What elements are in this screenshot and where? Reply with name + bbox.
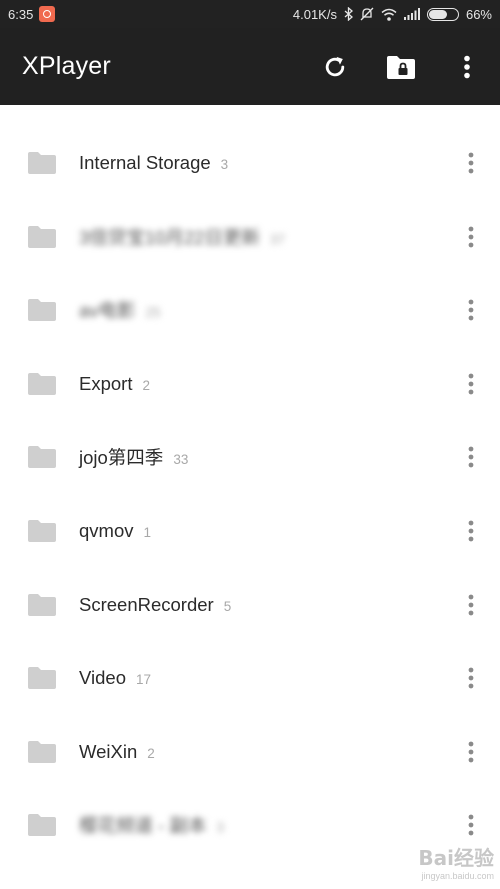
more-vert-icon	[468, 226, 474, 247]
folder-name: Video 17	[79, 667, 152, 689]
folder-more-button[interactable]	[456, 658, 486, 698]
folder-count: 2	[147, 745, 155, 761]
folder-row[interactable]: Internal Storage 3	[0, 127, 500, 200]
folder-count: 37	[269, 231, 285, 247]
folder-more-button[interactable]	[456, 290, 486, 330]
more-vert-icon	[468, 814, 474, 836]
refresh-button[interactable]	[302, 34, 368, 100]
folder-name: ScreenRecorder 5	[79, 593, 232, 615]
folder-icon	[28, 299, 56, 322]
overflow-menu-icon	[464, 55, 470, 78]
status-right: 4.01K/s 66%	[293, 7, 492, 22]
battery-percent: 66%	[465, 6, 492, 22]
folder-row[interactable]: 3倍贷宝10月22日更新 37	[0, 200, 500, 273]
folder-icon	[28, 740, 56, 763]
folder-name: WeiXin 2	[79, 740, 155, 762]
folder-count: 33	[173, 452, 189, 468]
signal-icon	[403, 8, 420, 20]
folder-row[interactable]: WeiXin 2	[0, 715, 500, 788]
folder-list: Internal Storage 3 3倍贷宝10月22日更新 37 av电影 25	[0, 105, 500, 889]
baidu-watermark: Bai经验 jingyan.baidu.com	[418, 842, 494, 881]
app-bar: XPlayer	[0, 28, 500, 105]
more-vert-icon	[468, 373, 474, 395]
folder-icon	[28, 593, 56, 616]
private-folder-button[interactable]	[368, 34, 434, 100]
folder-more-button[interactable]	[456, 805, 486, 845]
app-title: XPlayer	[22, 52, 111, 80]
app-bar-actions	[302, 28, 500, 105]
more-vert-icon	[468, 299, 474, 321]
folder-count: 17	[135, 672, 152, 688]
app-notification-icon	[39, 6, 56, 22]
folder-icon	[28, 667, 56, 690]
folder-more-button[interactable]	[456, 732, 486, 772]
folder-row[interactable]: ScreenRecorder 5	[0, 568, 500, 641]
more-vert-icon	[468, 667, 474, 689]
folder-name: jojo第四季 33	[79, 447, 189, 469]
folder-name: av电影 25	[79, 300, 161, 322]
folder-row[interactable]: av电影 25	[0, 274, 500, 347]
folder-count: 1	[143, 525, 152, 540]
private-folder-icon	[387, 55, 415, 79]
folder-count: 25	[145, 305, 161, 321]
folder-icon	[28, 814, 56, 837]
folder-count: 3	[216, 820, 224, 836]
status-bar: 6:35 4.01K/s 66%	[0, 0, 500, 28]
status-time: 6:35	[8, 6, 34, 22]
folder-row[interactable]: Video 17	[0, 642, 500, 715]
wifi-icon	[381, 8, 397, 21]
more-vert-icon	[468, 594, 474, 615]
bluetooth-icon	[344, 7, 353, 21]
folder-icon	[28, 446, 56, 469]
folder-icon	[28, 520, 56, 542]
folder-count: 3	[220, 157, 229, 172]
folder-more-button[interactable]	[456, 364, 486, 404]
folder-name: qvmov 1	[79, 520, 152, 541]
folder-more-button[interactable]	[456, 585, 486, 625]
mute-icon	[360, 7, 374, 21]
folder-row[interactable]: jojo第四季 33	[0, 421, 500, 494]
watermark-logo: Bai经验	[418, 846, 494, 870]
folder-icon	[28, 225, 56, 248]
folder-icon	[28, 372, 56, 395]
more-vert-icon	[468, 741, 474, 763]
watermark-url: jingyan.baidu.com	[421, 871, 494, 881]
folder-icon	[28, 152, 56, 174]
refresh-icon	[325, 56, 345, 76]
overflow-menu-button[interactable]	[434, 34, 500, 100]
more-vert-icon	[468, 446, 474, 468]
folder-row[interactable]: Export 2	[0, 347, 500, 420]
folder-more-button[interactable]	[456, 217, 486, 257]
folder-name: 3倍贷宝10月22日更新 37	[79, 226, 285, 248]
battery-icon	[426, 7, 459, 21]
more-vert-icon	[468, 152, 474, 174]
folder-more-button[interactable]	[456, 437, 486, 477]
folder-more-button[interactable]	[456, 143, 486, 183]
folder-count: 2	[142, 377, 150, 393]
more-vert-icon	[468, 520, 474, 542]
folder-name: Export 2	[79, 372, 150, 394]
folder-name: Internal Storage 3	[79, 152, 229, 173]
folder-more-button[interactable]	[456, 511, 486, 551]
folder-name: 樱花频道 - 副本 3	[79, 815, 224, 837]
folder-row[interactable]: qvmov 1	[0, 495, 500, 568]
net-speed: 4.01K/s	[292, 6, 337, 22]
folder-count: 5	[223, 598, 232, 614]
